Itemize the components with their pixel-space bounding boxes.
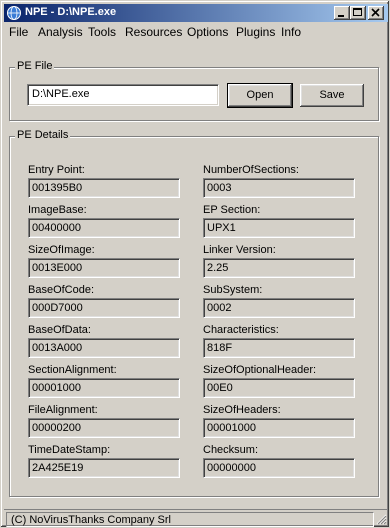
- menu-info[interactable]: Info: [281, 25, 301, 39]
- checksum-label: Checksum:: [203, 444, 259, 456]
- entry-point-label: Entry Point:: [28, 164, 85, 176]
- entry-point-field[interactable]: 001395B0: [28, 178, 180, 198]
- filealignment-field[interactable]: 00000200: [28, 418, 180, 438]
- menu-options[interactable]: Options: [187, 25, 228, 39]
- checksum-field[interactable]: 00000000: [203, 458, 355, 478]
- numberofsections-label: NumberOfSections:: [203, 164, 299, 176]
- characteristics-label: Characteristics:: [203, 324, 279, 336]
- resize-grip-icon[interactable]: [375, 513, 387, 525]
- baseofdata-label: BaseOfData:: [28, 324, 91, 336]
- status-bar: (C) NoVirusThanks Company Srl: [4, 509, 388, 527]
- linker-version-field[interactable]: 2.25: [203, 258, 355, 278]
- sizeofoptionalheader-field[interactable]: 00E0: [203, 378, 355, 398]
- maximize-icon: [353, 8, 362, 16]
- sizeofheaders-field[interactable]: 00001000: [203, 418, 355, 438]
- sizeofimage-label: SizeOfImage:: [28, 244, 95, 256]
- filealignment-label: FileAlignment:: [28, 404, 98, 416]
- menu-file[interactable]: File: [9, 25, 28, 39]
- open-button[interactable]: Open: [227, 83, 293, 108]
- baseofcode-label: BaseOfCode:: [28, 284, 95, 296]
- baseofcode-field[interactable]: 000D7000: [28, 298, 180, 318]
- app-globe-icon: [6, 5, 22, 21]
- baseofdata-field[interactable]: 0013A000: [28, 338, 180, 358]
- timedatestamp-field[interactable]: 2A425E19: [28, 458, 180, 478]
- menu-tools[interactable]: Tools: [88, 25, 116, 39]
- imagebase-field[interactable]: 00400000: [28, 218, 180, 238]
- pe-file-group-label: PE File: [15, 60, 55, 72]
- minimize-button[interactable]: [334, 6, 350, 20]
- title-bar[interactable]: NPE - D:\NPE.exe: [4, 4, 388, 22]
- numberofsections-field[interactable]: 0003: [203, 178, 355, 198]
- close-button[interactable]: [368, 6, 384, 20]
- sectionalignment-field[interactable]: 00001000: [28, 378, 180, 398]
- menu-bar: File Analysis Tools Resources Options Pl…: [4, 23, 388, 41]
- window-title: NPE - D:\NPE.exe: [25, 6, 117, 18]
- subsystem-field[interactable]: 0002: [203, 298, 355, 318]
- menu-plugins[interactable]: Plugins: [236, 25, 275, 39]
- ep-section-field[interactable]: UPX1: [203, 218, 355, 238]
- minimize-icon: [338, 15, 344, 17]
- save-button[interactable]: Save: [300, 84, 364, 107]
- timedatestamp-label: TimeDateStamp:: [28, 444, 111, 456]
- sizeofheaders-label: SizeOfHeaders:: [203, 404, 281, 416]
- ep-section-label: EP Section:: [203, 204, 261, 216]
- maximize-button[interactable]: [350, 6, 366, 20]
- imagebase-label: ImageBase:: [28, 204, 87, 216]
- status-text: (C) NoVirusThanks Company Srl: [6, 512, 374, 527]
- sizeofimage-field[interactable]: 0013E000: [28, 258, 180, 278]
- close-icon: [371, 8, 380, 17]
- pe-details-group-label: PE Details: [15, 129, 71, 141]
- subsystem-label: SubSystem:: [203, 284, 263, 296]
- linker-version-label: Linker Version:: [203, 244, 276, 256]
- characteristics-field[interactable]: 818F: [203, 338, 355, 358]
- sizeofoptionalheader-label: SizeOfOptionalHeader:: [203, 364, 317, 376]
- main-window: NPE - D:\NPE.exe File Analysis Tools Res…: [0, 0, 390, 528]
- sectionalignment-label: SectionAlignment:: [28, 364, 117, 376]
- file-path-input[interactable]: D:\NPE.exe: [27, 84, 219, 106]
- menu-analysis[interactable]: Analysis: [38, 25, 83, 39]
- menu-resources[interactable]: Resources: [125, 25, 182, 39]
